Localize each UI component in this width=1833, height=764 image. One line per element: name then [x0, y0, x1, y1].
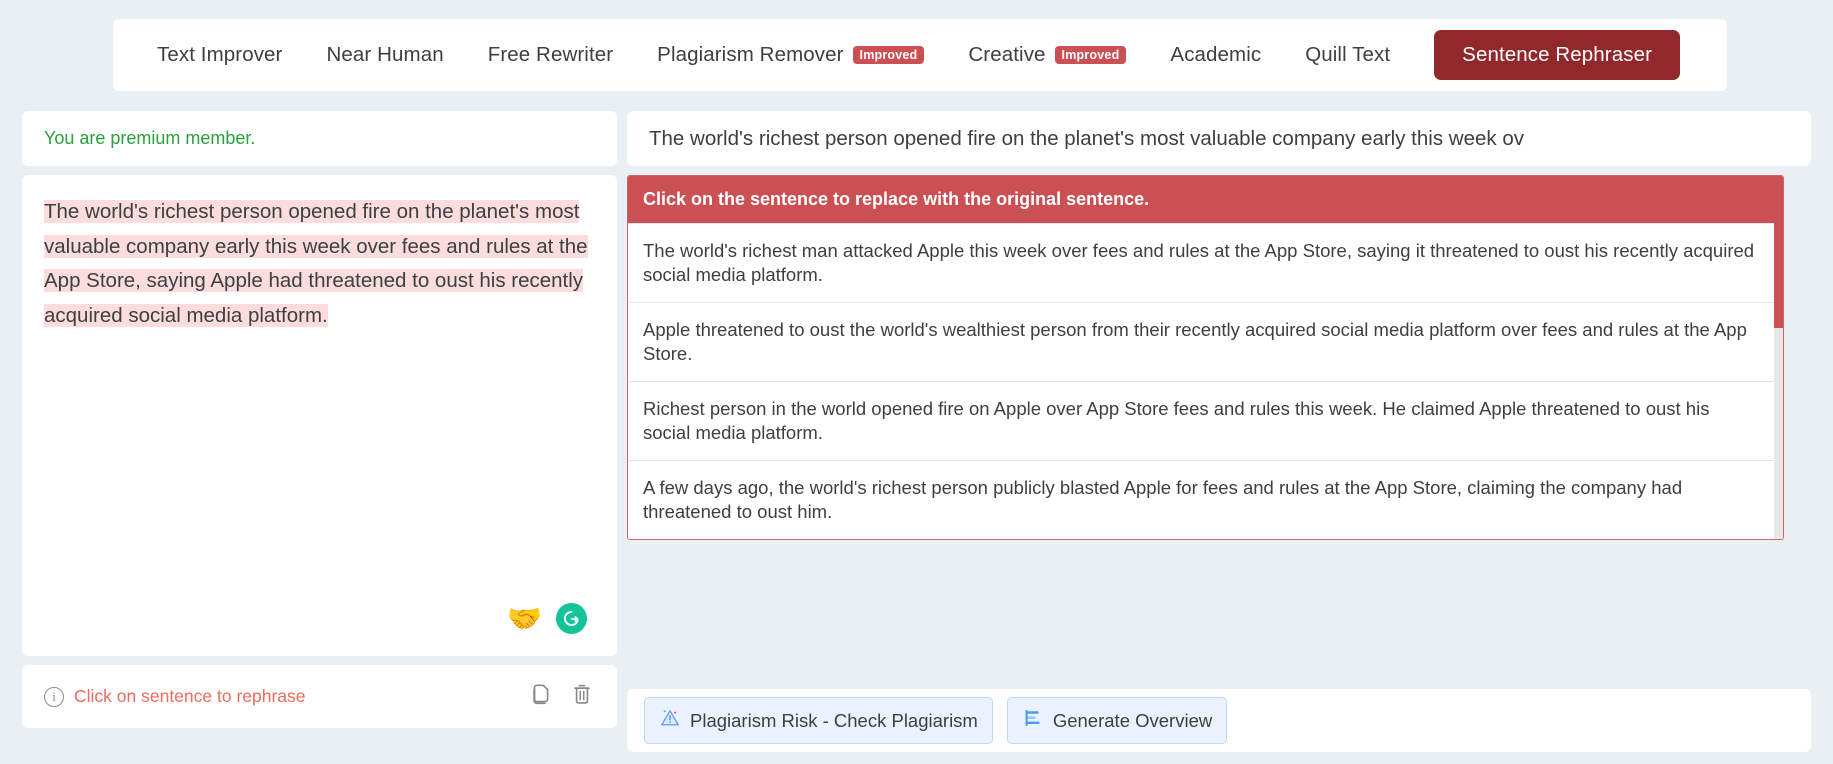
tab-label: Academic [1170, 43, 1262, 66]
tab-label: Free Rewriter [487, 43, 614, 66]
suggestions-header: Click on the sentence to replace with th… [628, 176, 1783, 223]
tab-creative[interactable]: Creative Improved [946, 19, 1148, 91]
improved-badge: Improved [852, 45, 925, 65]
source-sentence[interactable]: The world's richest person opened fire o… [44, 200, 588, 327]
suggestion-item[interactable]: Apple threatened to oust the world's wea… [628, 302, 1783, 381]
left-column: You are premium member. The world's rich… [22, 111, 617, 728]
tab-label: Sentence Rephraser [1462, 43, 1653, 66]
tab-near-human[interactable]: Near Human [304, 19, 465, 91]
generate-overview-label: Generate Overview [1052, 709, 1213, 731]
suggestion-item[interactable]: A few days ago, the world's richest pers… [628, 460, 1783, 539]
source-editor[interactable]: The world's richest person opened fire o… [22, 175, 617, 656]
generate-overview-button[interactable]: Generate Overview [1006, 697, 1228, 744]
premium-notice-text: You are premium member. [44, 128, 256, 148]
tab-label: Near Human [326, 43, 444, 66]
editor-icon-group: 🤝 [507, 603, 587, 634]
tab-label: Text Improver [157, 43, 283, 66]
suggestion-item[interactable]: Richest person in the world opened fire … [628, 381, 1783, 460]
suggestions-scrollbar-track[interactable] [1774, 176, 1783, 539]
premium-banner: You are premium member. [22, 111, 617, 166]
check-plagiarism-button[interactable]: Plagiarism Risk - Check Plagiarism [644, 697, 993, 744]
suggestions-scrollbar-thumb[interactable] [1774, 176, 1783, 328]
left-footer-actions [527, 681, 595, 712]
grammarly-icon[interactable] [556, 603, 587, 634]
left-footer-bar: i Click on sentence to rephrase [22, 665, 617, 728]
tab-label: Plagiarism Remover [657, 43, 844, 66]
suggestions-panel: Click on the sentence to replace with th… [627, 175, 1784, 540]
handshake-icon[interactable]: 🤝 [507, 604, 542, 633]
right-footer-bar: Plagiarism Risk - Check Plagiarism Gener… [627, 689, 1811, 752]
list-lines-icon [1022, 707, 1044, 734]
warning-triangle-icon [659, 707, 681, 734]
right-column: The world's richest person opened fire o… [627, 111, 1811, 540]
rephrase-hint-text: Click on sentence to rephrase [74, 686, 306, 706]
rephrase-hint: i Click on sentence to rephrase [44, 686, 306, 707]
tab-free-rewriter[interactable]: Free Rewriter [466, 19, 635, 91]
info-icon: i [44, 686, 64, 707]
tab-plagiarism-remover[interactable]: Plagiarism Remover Improved [635, 19, 946, 91]
tab-sentence-rephraser[interactable]: Sentence Rephraser [1434, 30, 1681, 80]
tab-label: Creative [968, 43, 1046, 66]
copy-icon[interactable] [527, 681, 553, 712]
tab-quill-text[interactable]: Quill Text [1283, 19, 1412, 91]
tab-bar: Text Improver Near Human Free Rewriter P… [113, 19, 1727, 91]
output-preview-bar: The world's richest person opened fire o… [627, 111, 1811, 166]
improved-badge: Improved [1054, 45, 1127, 65]
tab-academic[interactable]: Academic [1148, 19, 1283, 91]
output-preview-text: The world's richest person opened fire o… [649, 126, 1524, 150]
trash-icon[interactable] [569, 681, 595, 712]
tab-label: Quill Text [1305, 43, 1391, 66]
suggestion-item[interactable]: The world's richest man attacked Apple t… [628, 223, 1783, 302]
tab-text-improver[interactable]: Text Improver [135, 19, 304, 91]
check-plagiarism-label: Plagiarism Risk - Check Plagiarism [690, 709, 978, 731]
